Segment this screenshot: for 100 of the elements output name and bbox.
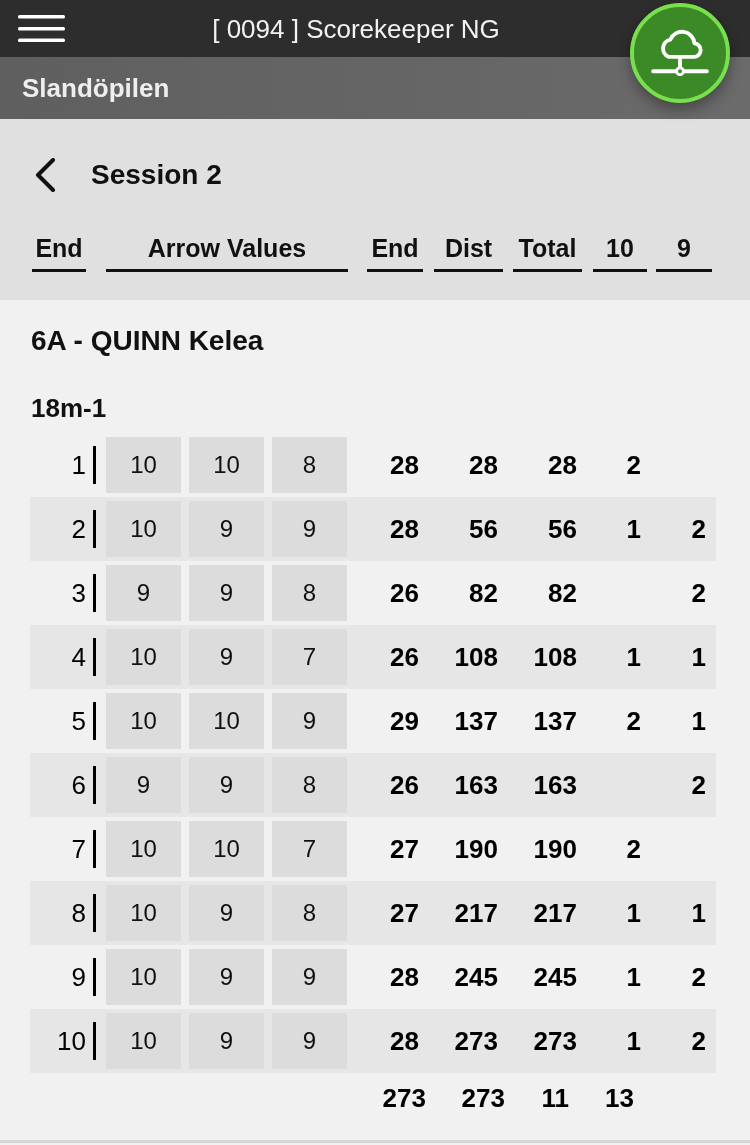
arrow-score-cell[interactable]: 9 (189, 629, 264, 685)
tens-count: 2 (626, 452, 641, 478)
arrow-score-cell[interactable]: 10 (106, 437, 181, 493)
running-total: 163 (533, 772, 577, 798)
arrow-score-cell[interactable]: 9 (189, 949, 264, 1005)
end-number: 1 (71, 452, 86, 478)
arrow-score-cell[interactable]: 9 (189, 501, 264, 557)
arrow-score-cell[interactable]: 10 (189, 437, 264, 493)
arrow-score-cell[interactable]: 9 (189, 757, 264, 813)
tens-count: 1 (626, 964, 641, 990)
archer-name: 6A - QUINN Kelea (31, 324, 264, 358)
tens-count: 1 (626, 516, 641, 542)
end-score: 28 (390, 516, 419, 542)
column-header: Arrow Values (106, 228, 348, 272)
column-header: End (32, 228, 86, 272)
nines-count: 2 (691, 1028, 706, 1054)
distance-score: 28 (469, 452, 498, 478)
end-score: 26 (390, 644, 419, 670)
arrow-score-cell[interactable]: 7 (272, 629, 347, 685)
arrow-score-cell[interactable]: 9 (272, 693, 347, 749)
nines-count: 2 (691, 772, 706, 798)
end-number: 9 (71, 964, 86, 990)
end-score: 27 (390, 900, 419, 926)
column-header: End (367, 228, 423, 272)
arrow-score-cell[interactable]: 8 (272, 757, 347, 813)
arrow-score-cell[interactable]: 9 (106, 565, 181, 621)
arrow-score-cell[interactable]: 7 (272, 821, 347, 877)
nines-count: 2 (691, 516, 706, 542)
arrow-score-cell[interactable]: 10 (106, 885, 181, 941)
end-number: 7 (71, 836, 86, 862)
running-total: 245 (533, 964, 577, 990)
tens-count: 1 (626, 1028, 641, 1054)
end-number: 8 (71, 900, 86, 926)
running-total: 28 (548, 452, 577, 478)
running-total: 217 (533, 900, 577, 926)
distance-label: 18m-1 (31, 392, 107, 425)
arrow-score-cell[interactable]: 9 (272, 501, 347, 557)
distance-score: 82 (469, 580, 498, 606)
section-title: Slandöpilen (22, 75, 170, 101)
nines-count: 2 (691, 964, 706, 990)
arrow-score-cell[interactable]: 9 (272, 949, 347, 1005)
end-number: 3 (71, 580, 86, 606)
end-number: 10 (57, 1028, 86, 1054)
end-number: 5 (71, 708, 86, 734)
nines-count: 2 (691, 580, 706, 606)
arrow-score-cell[interactable]: 10 (106, 693, 181, 749)
end-number: 6 (71, 772, 86, 798)
arrow-score-cell[interactable]: 9 (272, 1013, 347, 1069)
arrow-score-cell[interactable]: 9 (189, 885, 264, 941)
end-score: 28 (390, 964, 419, 990)
back-icon[interactable] (34, 158, 56, 192)
arrow-score-cell[interactable]: 10 (106, 629, 181, 685)
arrow-score-cell[interactable]: 8 (272, 565, 347, 621)
column-header: 9 (656, 228, 712, 272)
grand-total: 273 (461, 1085, 505, 1111)
distance-score: 163 (454, 772, 498, 798)
distance-score: 190 (454, 836, 498, 862)
column-header: Dist (434, 228, 503, 272)
distance-score: 217 (454, 900, 498, 926)
distance-score: 137 (454, 708, 498, 734)
end-score: 26 (390, 772, 419, 798)
arrow-score-cell[interactable]: 10 (106, 501, 181, 557)
running-total: 108 (533, 644, 577, 670)
running-total: 190 (533, 836, 577, 862)
nines-count: 1 (691, 644, 706, 670)
tens-count: 2 (626, 836, 641, 862)
cloud-network-icon (651, 28, 709, 78)
tens-total: 11 (541, 1085, 569, 1111)
end-score: 28 (390, 1028, 419, 1054)
end-score: 28 (390, 452, 419, 478)
running-total: 273 (533, 1028, 577, 1054)
arrow-score-cell[interactable]: 8 (272, 437, 347, 493)
tens-count: 1 (626, 900, 641, 926)
arrow-score-cell[interactable]: 10 (106, 1013, 181, 1069)
arrow-score-cell[interactable]: 9 (106, 757, 181, 813)
arrow-score-cell[interactable]: 9 (189, 565, 264, 621)
arrow-score-cell[interactable]: 8 (272, 885, 347, 941)
distance-score: 56 (469, 516, 498, 542)
arrow-score-cell[interactable]: 9 (189, 1013, 264, 1069)
end-score: 26 (390, 580, 419, 606)
distance-score: 245 (454, 964, 498, 990)
end-score: 29 (390, 708, 419, 734)
app-title: [ 0094 ] Scorekeeper NG (212, 15, 500, 42)
running-total: 56 (548, 516, 577, 542)
menu-icon[interactable] (18, 15, 65, 42)
arrow-score-cell[interactable]: 10 (106, 949, 181, 1005)
session-title: Session 2 (91, 161, 222, 189)
arrow-score-cell[interactable]: 10 (106, 821, 181, 877)
end-number: 4 (71, 644, 86, 670)
tens-count: 2 (626, 708, 641, 734)
distance-total: 273 (382, 1085, 426, 1111)
end-score: 27 (390, 836, 419, 862)
end-number: 2 (71, 516, 86, 542)
arrow-score-cell[interactable]: 10 (189, 693, 264, 749)
arrow-score-cell[interactable]: 10 (189, 821, 264, 877)
running-total: 137 (533, 708, 577, 734)
running-total: 82 (548, 580, 577, 606)
nines-count: 1 (691, 900, 706, 926)
nines-count: 1 (691, 708, 706, 734)
distance-score: 108 (454, 644, 498, 670)
